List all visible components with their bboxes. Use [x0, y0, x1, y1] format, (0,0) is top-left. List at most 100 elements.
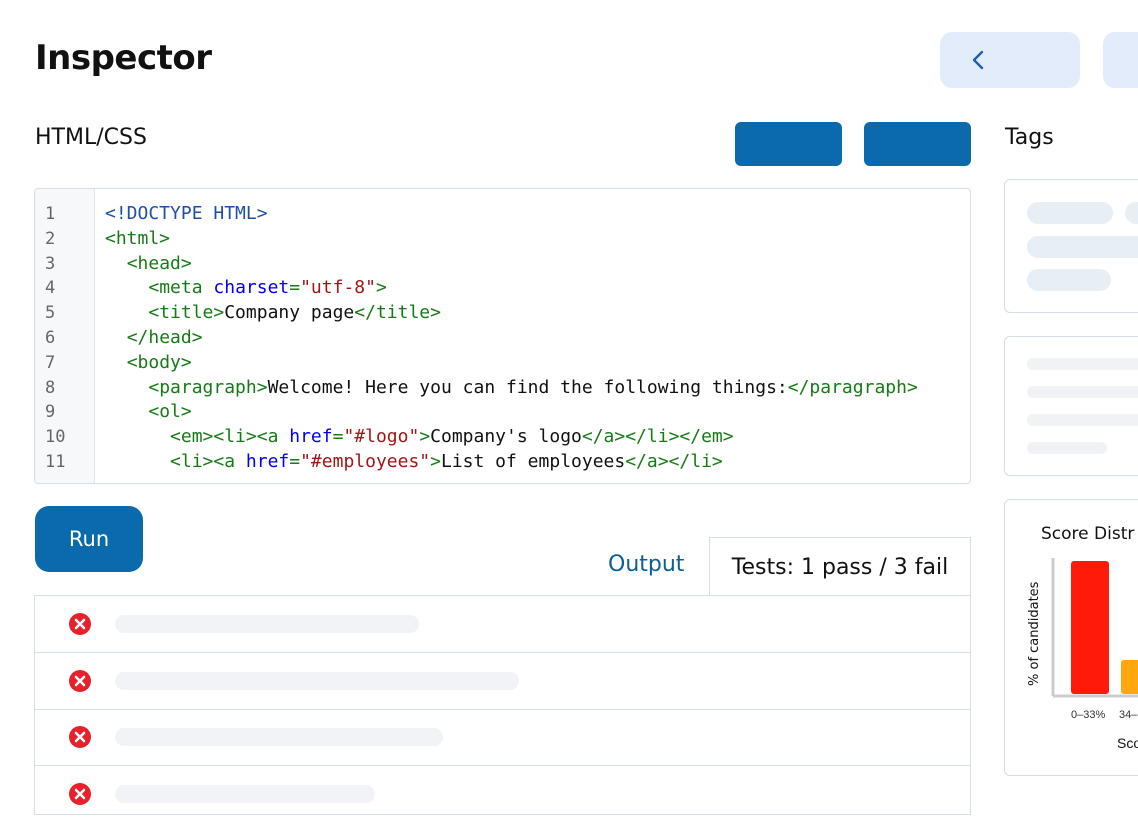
forward-button[interactable]: [1103, 32, 1138, 88]
code-token: href: [289, 426, 333, 448]
code-token: <paragraph>: [148, 376, 268, 398]
code-line: <ol>: [105, 400, 192, 425]
test-description-placeholder: [115, 728, 443, 746]
test-description-placeholder: [115, 785, 375, 803]
line-number: 9: [45, 402, 56, 423]
code-token: =: [289, 451, 301, 472]
editor-action-button-1[interactable]: [735, 122, 842, 166]
code-line: </head>: [105, 326, 203, 351]
line-number: 4: [45, 278, 56, 299]
chevron-left-icon: [972, 50, 984, 70]
code-token: =: [332, 426, 344, 448]
chart-x-axis-label: Sco: [1117, 735, 1138, 751]
line-number: 11: [45, 452, 66, 472]
line-number: 5: [45, 303, 56, 324]
code-token: >: [430, 451, 441, 472]
code-token: charset: [213, 277, 290, 299]
tag-placeholder[interactable]: [1027, 202, 1113, 224]
code-token: <em><li><a: [170, 426, 290, 448]
code-token: href: [245, 451, 290, 472]
code-token: <title>: [148, 302, 225, 324]
code-token: Company page: [224, 302, 355, 324]
back-button[interactable]: [940, 32, 1080, 88]
code-line: <head>: [105, 252, 192, 277]
code-token: "#logo": [343, 426, 420, 448]
line-number: 6: [45, 328, 56, 348]
code-token: >: [375, 277, 387, 299]
test-description-placeholder: [115, 672, 519, 690]
test-description-placeholder: [115, 615, 419, 633]
x-tick-0-33: 0–33%: [1071, 709, 1105, 721]
line-number: 1: [45, 204, 56, 224]
bar-0-33[interactable]: [1071, 561, 1109, 694]
tab-output[interactable]: Output: [608, 552, 684, 577]
code-token: <ol>: [148, 401, 192, 423]
info-card: [1004, 336, 1138, 476]
tab-tests-label: Tests: 1 pass / 3 fail: [731, 555, 949, 580]
text-placeholder: [1027, 442, 1107, 454]
code-line: <em><li><a href="#logo">Company's logo</…: [105, 425, 734, 450]
line-number: 7: [45, 352, 56, 373]
tags-card: [1004, 179, 1138, 313]
x-tick-34: 34–: [1119, 709, 1138, 721]
line-number-gutter: 1 2 3 4 5 6 7 8 9 10 11: [35, 189, 95, 483]
code-line: <body>: [105, 351, 192, 376]
tab-tests[interactable]: Tests: 1 pass / 3 fail: [709, 537, 971, 597]
editor-label: HTML/CSS: [35, 125, 147, 150]
line-number: 3: [45, 253, 56, 274]
code-line: <title>Company page</title>: [105, 301, 441, 326]
test-result-row[interactable]: [35, 709, 970, 766]
line-number: 2: [45, 228, 56, 249]
code-token: "utf-8": [300, 277, 376, 299]
test-result-row[interactable]: [35, 596, 970, 653]
code-token: "#employees": [300, 451, 431, 472]
code-line: <meta charset="utf-8">: [105, 276, 387, 301]
code-token: <html>: [105, 227, 171, 249]
fail-icon: [69, 613, 91, 635]
fail-icon: [69, 726, 91, 748]
code-token: <head>: [126, 252, 192, 274]
test-result-row[interactable]: [35, 766, 970, 823]
code-token: </a></li></em>: [581, 426, 734, 448]
code-token: Welcome! Here you can find the following…: [267, 376, 788, 398]
code-editor[interactable]: 1 2 3 4 5 6 7 8 9 10 11 <!DOCTYPE HTML> <html> <hea…: [34, 188, 971, 484]
test-results-panel: [34, 595, 971, 815]
code-line: <html>: [105, 227, 170, 252]
code-line: <li><a href="#employees">List of employe…: [105, 450, 723, 475]
code-token: <!DOCTYPE HTML>: [105, 203, 268, 224]
fail-icon: [69, 670, 91, 692]
text-placeholder: [1027, 386, 1138, 398]
code-line: <paragraph>Welcome! Here you can find th…: [105, 376, 918, 401]
score-distribution-card: Score Distr % of candidates 0–33% 34– Sc…: [1004, 499, 1138, 776]
line-number: 10: [45, 427, 66, 448]
code-token: >: [419, 426, 431, 448]
code-token: </title>: [354, 302, 441, 324]
code-token: </a></li>: [625, 451, 723, 472]
code-line: <!DOCTYPE HTML>: [105, 202, 268, 227]
tag-placeholder[interactable]: [1027, 269, 1111, 291]
editor-action-button-2[interactable]: [864, 122, 971, 166]
fail-icon: [69, 783, 91, 805]
code-token: Company's logo: [430, 426, 582, 448]
code-token: List of employees: [440, 451, 626, 472]
test-result-row[interactable]: [35, 653, 970, 710]
run-button[interactable]: Run: [35, 506, 143, 572]
text-placeholder: [1027, 414, 1138, 426]
bar-34[interactable]: [1121, 660, 1138, 694]
text-placeholder: [1027, 358, 1138, 370]
code-token: <meta: [148, 277, 214, 299]
tag-placeholder[interactable]: [1125, 202, 1138, 224]
code-token: </head>: [126, 327, 203, 348]
code-token: </paragraph>: [787, 376, 918, 398]
tag-placeholder[interactable]: [1027, 236, 1138, 258]
page-title: Inspector: [35, 38, 212, 78]
